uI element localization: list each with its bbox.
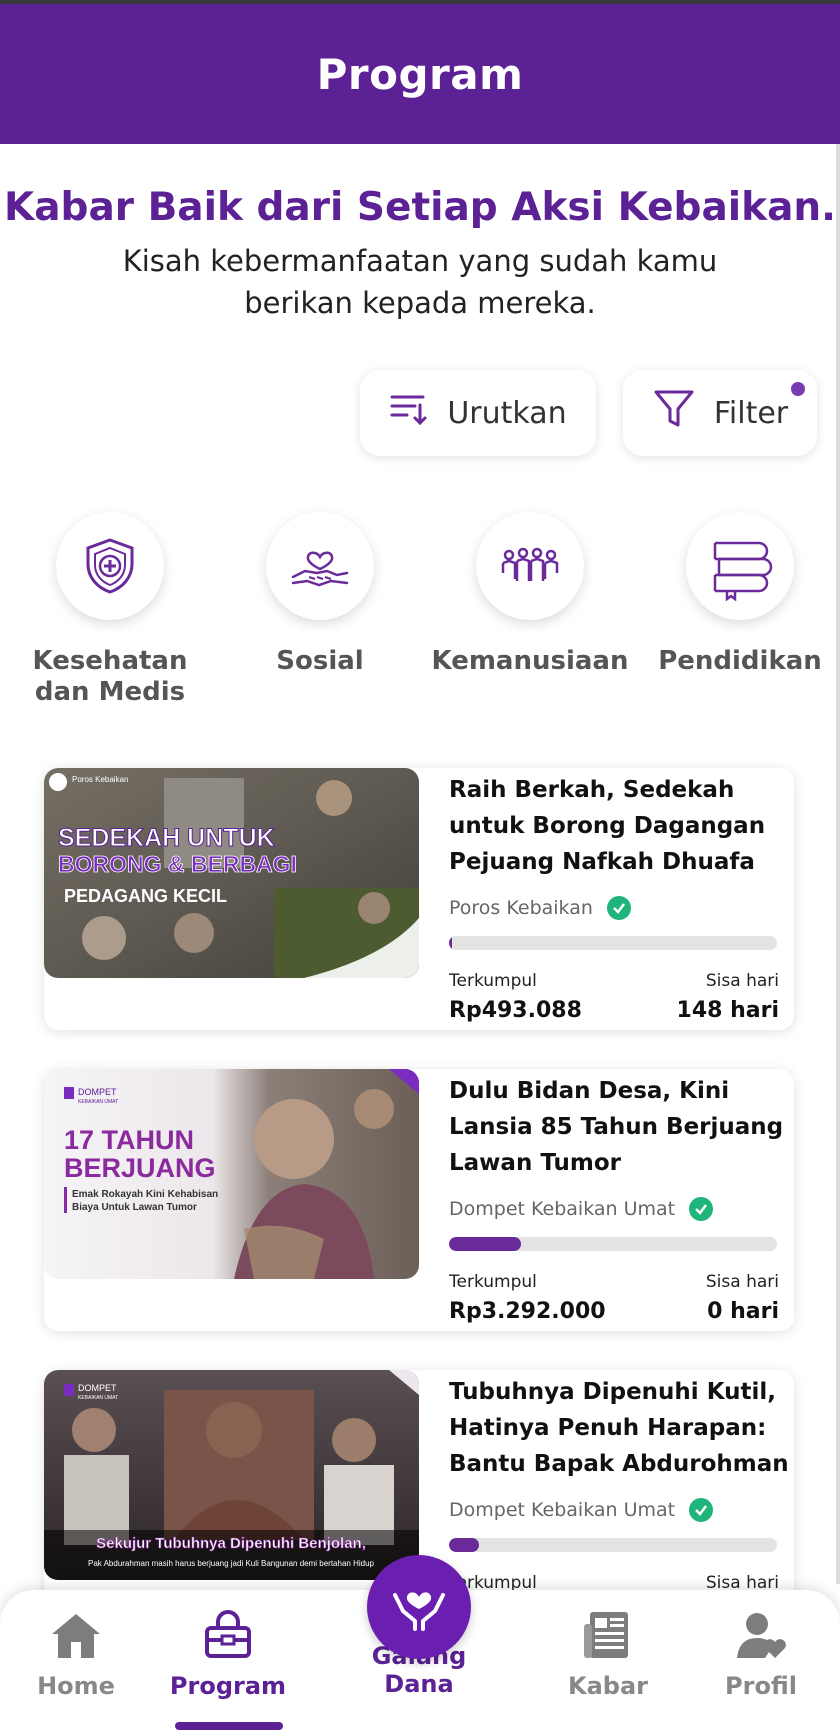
category-label: Kemanusiaan [431, 646, 629, 676]
scroll-edge [836, 144, 840, 1584]
image-caption-2: Biaya Untuk Lawan Tumor [72, 1202, 197, 1213]
progress-bar [449, 1538, 777, 1552]
verified-check-icon [689, 1498, 714, 1522]
progress-fill [449, 936, 453, 950]
remaining-days: 0 hari [707, 1299, 779, 1324]
intro-subtitle: Kisah kebermanfaatan yang sudah kamu ber… [122, 244, 718, 320]
image-caption-1: Pak Abdurahman masih harus berjuang jadi… [88, 1559, 375, 1568]
sort-label: Urutkan [447, 395, 567, 431]
image-headline-2: BORONG & BERBAGI [58, 851, 297, 877]
nav-program[interactable]: Program [153, 1610, 303, 1700]
hands-heart-icon [389, 1575, 449, 1639]
campaign-card[interactable]: Poros Kebaikan SEDEKAH UNTUK BORONG & BE… [44, 768, 794, 1030]
image-logo-text: DOMPET [78, 1087, 117, 1097]
image-logo-subtext: KEBAIKAN UMAT [78, 1395, 118, 1401]
remaining-label: Sisa hari [705, 1272, 779, 1292]
image-logo-subtext: KEBAIKAN UMAT [78, 1099, 118, 1105]
medical-shield-icon [56, 512, 164, 620]
app-header: Program [0, 0, 840, 144]
remaining-days: 148 hari [676, 998, 779, 1023]
organizer: Dompet Kebaikan Umat [449, 1197, 714, 1221]
progress-bar [449, 1237, 777, 1251]
category-pendidikan[interactable]: Pendidikan [640, 512, 840, 677]
progress-fill [449, 1538, 479, 1552]
category-label: Sosial [276, 646, 364, 676]
progress-bar [449, 936, 777, 950]
verified-check-icon [606, 896, 631, 920]
campaign-image: DOMPET KEBAIKAN UMAT 17 TAHUN BERJUANG E… [44, 1069, 419, 1279]
nav-label: Home [37, 1672, 115, 1700]
heart-hands-icon [266, 512, 374, 620]
collected-label: Terkumpul [449, 1272, 537, 1292]
campaign-title: Dulu Bidan Desa, Kini Lansia 85 Tahun Be… [449, 1078, 784, 1176]
organizer-name: Poros Kebaikan [449, 897, 593, 919]
intro-headline: Kabar Baik dari Setiap Aksi Kebaikan. [4, 185, 836, 230]
nav-kabar[interactable]: Kabar [533, 1610, 683, 1700]
funnel-icon [652, 387, 696, 439]
image-logo-text: DOMPET [78, 1383, 117, 1393]
image-headline-1: SEDEKAH UNTUK [58, 824, 275, 852]
nav-label: Kabar [567, 1672, 648, 1700]
people-icon [476, 512, 584, 620]
category-label: Kesehatan dan Medis [32, 646, 188, 707]
home-icon [1, 1610, 151, 1664]
nav-label: Program [169, 1672, 287, 1700]
newspaper-icon [533, 1610, 683, 1664]
galang-dana-button[interactable] [367, 1555, 471, 1659]
filter-active-dot [791, 382, 805, 396]
campaign-image: DOMPET KEBAIKAN UMAT Sekujur Tubuhnya Di… [44, 1370, 419, 1580]
verified-check-icon [689, 1197, 714, 1221]
image-logo-text: Poros Kebaikan [72, 775, 128, 784]
nav-home[interactable]: Home [1, 1610, 151, 1700]
books-icon [686, 512, 794, 620]
page-title: Program [316, 49, 524, 99]
category-kesehatan[interactable]: Kesehatan dan Medis [10, 512, 210, 708]
campaign-title: Tubuhnya Dipenuhi Kutil, Hatinya Penuh H… [449, 1379, 789, 1477]
image-headline-3: PEDAGANG KECIL [64, 886, 227, 906]
organizer-name: Dompet Kebaikan Umat [449, 1198, 676, 1220]
nav-label: Profil [725, 1672, 797, 1700]
sort-icon [389, 391, 429, 435]
active-tab-indicator [175, 1722, 283, 1730]
category-label: Pendidikan [658, 646, 822, 676]
organizer-name: Dompet Kebaikan Umat [449, 1499, 676, 1521]
image-headline-2: BERJUANG [64, 1153, 216, 1183]
image-headline-1: 17 TAHUN [64, 1125, 194, 1155]
sort-button[interactable]: Urutkan [360, 370, 596, 456]
nav-profil[interactable]: Profil [686, 1610, 836, 1700]
campaign-card[interactable]: DOMPET KEBAIKAN UMAT 17 TAHUN BERJUANG E… [44, 1069, 794, 1331]
image-caption-1: Emak Rokayah Kini Kehabisan [72, 1189, 218, 1200]
collected-amount: Rp3.292.000 [449, 1299, 606, 1324]
campaign-image: Poros Kebaikan SEDEKAH UNTUK BORONG & BE… [44, 768, 419, 978]
filter-button[interactable]: Filter [623, 370, 817, 456]
collected-amount: Rp493.088 [449, 998, 582, 1023]
collected-label: Terkumpul [449, 971, 537, 991]
category-sosial[interactable]: Sosial [220, 512, 420, 677]
image-headline-1: Sekujur Tubuhnya Dipenuhi Benjolan, [96, 1535, 366, 1552]
program-icon [153, 1610, 303, 1664]
organizer: Poros Kebaikan [449, 896, 631, 920]
filter-label: Filter [713, 395, 789, 431]
campaign-title: Raih Berkah, Sedekah untuk Borong Dagang… [449, 777, 766, 875]
organizer: Dompet Kebaikan Umat [449, 1498, 714, 1522]
progress-fill [449, 1237, 522, 1251]
profile-icon [686, 1610, 836, 1664]
category-kemanusiaan[interactable]: Kemanusiaan [430, 512, 630, 677]
remaining-label: Sisa hari [705, 971, 779, 991]
